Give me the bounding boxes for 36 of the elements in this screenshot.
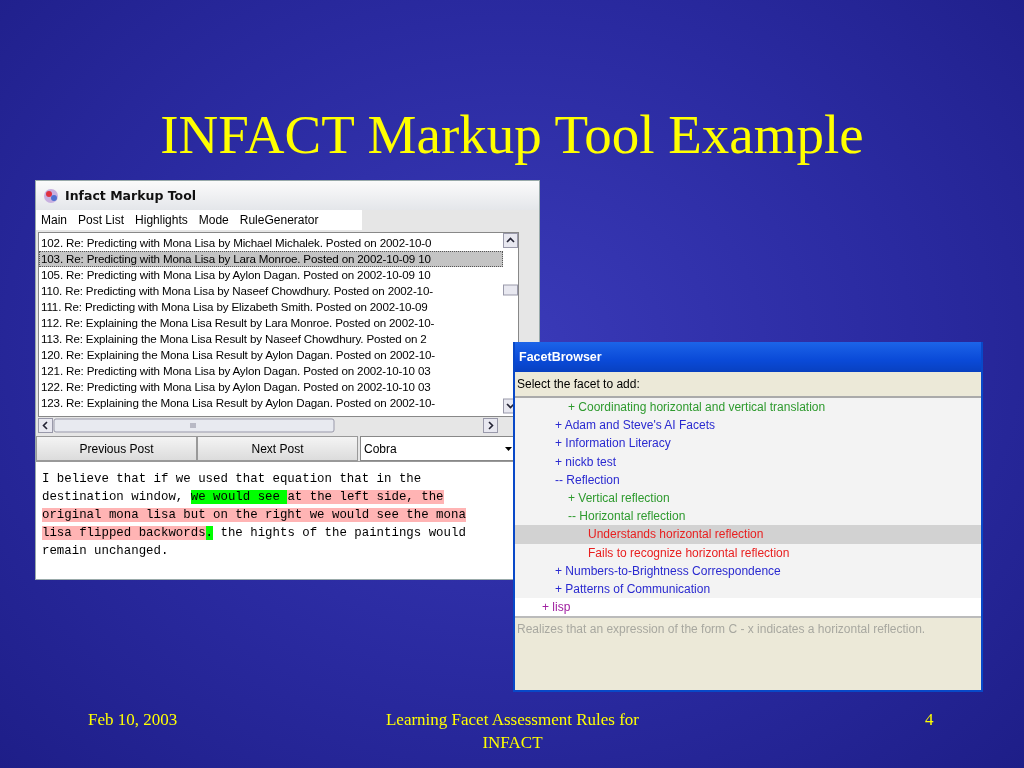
- list-item[interactable]: 123. Re: Explaining the Mona Lisa Result by Aylon Dagan. Posted on 2002-10-: [39, 395, 503, 411]
- dropdown-value: Cobra: [364, 441, 398, 456]
- list-item[interactable]: 113. Re: Explaining the Mona Lisa Result by Naseef Chowdhury. Posted on 2: [39, 331, 503, 347]
- post-nav-button[interactable]: Previous Post: [36, 436, 197, 461]
- slide-title: INFACT Markup Tool Example: [159, 103, 865, 167]
- footer-title: Learning Facet Assessment Rules for INFACT: [384, 709, 641, 754]
- list-item[interactable]: 121. Re: Predicting with Mona Lisa by Aylon Dagan. Posted on 2002-10-10 03: [39, 363, 503, 379]
- post-text: I believe that if we used that equation that in the destination window, we would see at the left side, the original mona lisa but on the right we would see the mona lisa flipped backwords. the hights of the paintings would remain unchanged.: [42, 471, 467, 560]
- menu-item[interactable]: Main: [40, 213, 68, 227]
- tree-item[interactable]: + Information Literacy: [515, 434, 981, 453]
- list-item[interactable]: 120. Re: Explaining the Mona Lisa Result by Aylon Dagan. Posted on 2002-10-: [39, 347, 503, 363]
- footer-date: Feb 10, 2003: [88, 709, 178, 731]
- tree-item[interactable]: + Patterns of Communication: [515, 579, 981, 599]
- tree-item[interactable]: + Numbers-to-Brightness Correspondence: [515, 561, 981, 580]
- post-nav-button[interactable]: Next Post: [197, 436, 358, 461]
- tree-item[interactable]: + nickb test: [515, 452, 981, 471]
- page-number: 4: [925, 709, 934, 731]
- list-item[interactable]: 105. Re: Predicting with Mona Lisa by Aylon Dagan. Posted on 2002-10-09 10: [39, 267, 503, 283]
- tree-item[interactable]: -- Reflection: [515, 470, 981, 489]
- window-title: Infact Markup Tool: [65, 188, 197, 203]
- list-item[interactable]: 112. Re: Explaining the Mona Lisa Result by Lara Monroe. Posted on 2002-10-: [39, 315, 503, 331]
- list-item[interactable]: 111. Re: Predicting with Mona Lisa by Elizabeth Smith. Posted on 2002-10-09: [39, 299, 503, 315]
- tree-item[interactable]: + Adam and Steve's AI Facets: [515, 416, 981, 435]
- tree-item[interactable]: + lisp: [515, 598, 981, 616]
- list-item[interactable]: 122. Re: Predicting with Mona Lisa by Aylon Dagan. Posted on 2002-10-10 03: [39, 379, 503, 395]
- menu-item[interactable]: Post List: [77, 213, 126, 227]
- menu-item[interactable]: Mode: [197, 213, 230, 227]
- tree-item[interactable]: Fails to recognize horizontal reflection: [515, 543, 981, 562]
- filter-dropdown[interactable]: Cobra: [360, 436, 514, 461]
- list-item[interactable]: 103. Re: Predicting with Mona Lisa by Lara Monroe. Posted on 2002-10-09 10: [39, 251, 503, 267]
- facet-description: Realizes that an expression of the form C - x indicates a horizontal reflection.: [515, 616, 981, 690]
- window-title-bar: FacetBrowser: [515, 342, 981, 372]
- list-item[interactable]: 102. Re: Predicting with Mona Lisa by Michael Michalek. Posted on 2002-10-0: [39, 235, 503, 251]
- list-item[interactable]: 110. Re: Predicting with Mona Lisa by Naseef Chowdhury. Posted on 2002-10-: [39, 283, 503, 299]
- menu-item[interactable]: RuleGenerator: [238, 213, 320, 227]
- menu-item[interactable]: Highlights: [134, 213, 189, 227]
